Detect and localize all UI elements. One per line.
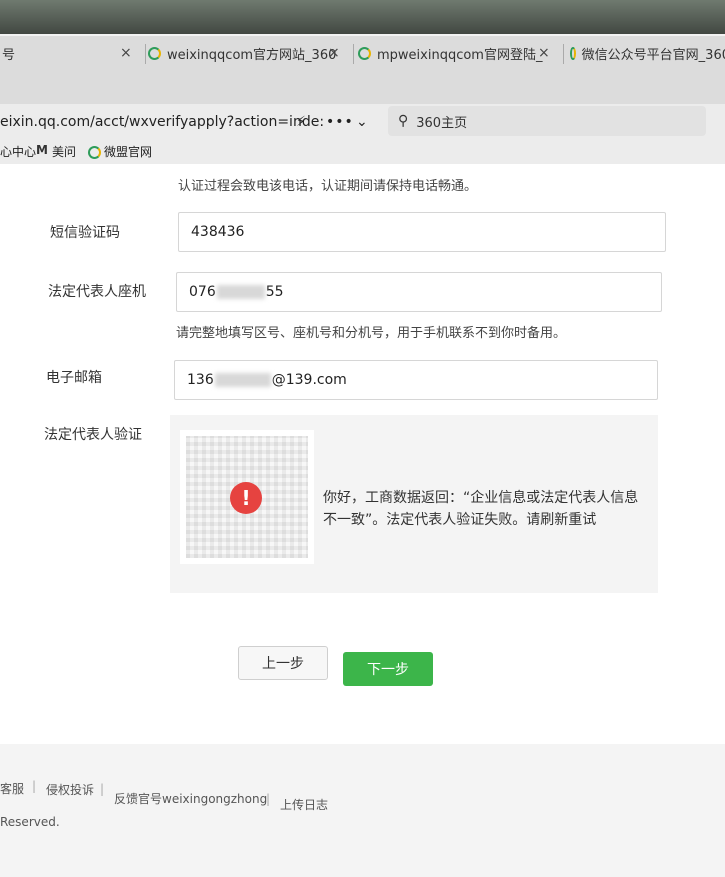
tab-1-close-icon[interactable]: × — [120, 45, 132, 61]
landline-hint: 请完整地填写区号、座机号和分机号，用于手机联系不到你时备用。 — [176, 326, 567, 341]
search-placeholder: 360主页 — [416, 115, 468, 131]
landline-label: 法定代表人座机 — [48, 284, 146, 300]
sms-label: 短信验证码 — [50, 225, 120, 241]
bookmarks-bar: 心中心 M 美问 微盟官网 — [0, 140, 725, 164]
email-suffix: @139.com — [271, 372, 347, 388]
tab-2-360-icon — [148, 46, 161, 60]
bookmark-1[interactable]: 心中心 — [0, 143, 36, 160]
m-logo-icon: M — [36, 143, 48, 157]
bookmark-3-icon — [88, 146, 101, 159]
tab-3-label: mpweixinqqcom官网登陆_ — [377, 47, 543, 63]
tab-4[interactable]: 微信公众号平台官网_360 — [570, 38, 725, 68]
footer-link-complaint[interactable]: 侵权投诉 — [46, 781, 94, 798]
copyright: Reserved. — [0, 815, 60, 829]
tab-3-360-icon — [358, 46, 371, 60]
more-icon[interactable]: ••• — [326, 114, 354, 130]
footer-link-upload-log[interactable]: 上传日志 — [280, 796, 328, 813]
tab-1-label: 号 — [2, 47, 16, 63]
tab-2-close-icon[interactable]: × — [328, 45, 340, 61]
tab-2-label: weixinqqcom官方网站_360 — [167, 47, 337, 63]
email-prefix: 136 — [187, 372, 214, 388]
sms-code-value: 438436 — [191, 224, 245, 240]
top-note: 认证过程会致电该电话，认证期间请保持电话畅通。 — [178, 179, 478, 194]
footer-link-service[interactable]: 客服 — [0, 780, 24, 797]
url-text[interactable]: eixin.qq.com/acct/wxverifyapply?action=i… — [0, 114, 324, 130]
lightning-icon[interactable]: ⚡ — [296, 114, 306, 130]
footer-separator: | — [266, 792, 271, 806]
chevron-down-icon[interactable]: ⌄ — [356, 114, 368, 130]
redacted-mask — [216, 285, 265, 299]
tab-4-360-icon — [570, 46, 576, 60]
footer-separator: | — [32, 779, 37, 793]
landline-input[interactable]: 076 55 — [176, 272, 662, 312]
search-icon: ⚲ — [398, 113, 409, 129]
tab-4-label: 微信公众号平台官网_360 — [581, 47, 725, 63]
footer — [0, 744, 725, 877]
search-box[interactable]: ⚲ 360主页 — [388, 106, 706, 136]
landline-prefix: 076 — [189, 284, 216, 300]
prev-button[interactable]: 上一步 — [238, 646, 328, 680]
tab-1[interactable]: 号 × — [0, 38, 146, 68]
verify-error-message: 你好，工商数据返回：“企业信息或法定代表人信息不一致”。法定代表人验证失败。请刷… — [323, 490, 639, 528]
next-button[interactable]: 下一步 — [343, 652, 433, 686]
tab-2[interactable]: weixinqqcom官方网站_360 × — [148, 38, 354, 68]
verify-label: 法定代表人验证 — [44, 427, 142, 443]
bookmark-3[interactable]: 微盟官网 — [104, 143, 152, 160]
sms-code-input[interactable]: 438436 — [178, 212, 666, 252]
email-label: 电子邮箱 — [46, 370, 102, 386]
redacted-mask — [214, 373, 271, 387]
warning-icon: ! — [230, 482, 262, 514]
footer-separator: | — [100, 782, 105, 796]
email-input[interactable]: 136 @139.com — [174, 360, 658, 400]
tab-3-close-icon[interactable]: × — [538, 45, 550, 61]
footer-link-feedback[interactable]: 反馈官号weixingongzhong — [114, 790, 267, 807]
tab-3[interactable]: mpweixinqqcom官网登陆_ × — [358, 38, 564, 68]
bookmark-2[interactable]: 美问 — [52, 143, 76, 160]
landline-suffix: 55 — [265, 284, 284, 300]
